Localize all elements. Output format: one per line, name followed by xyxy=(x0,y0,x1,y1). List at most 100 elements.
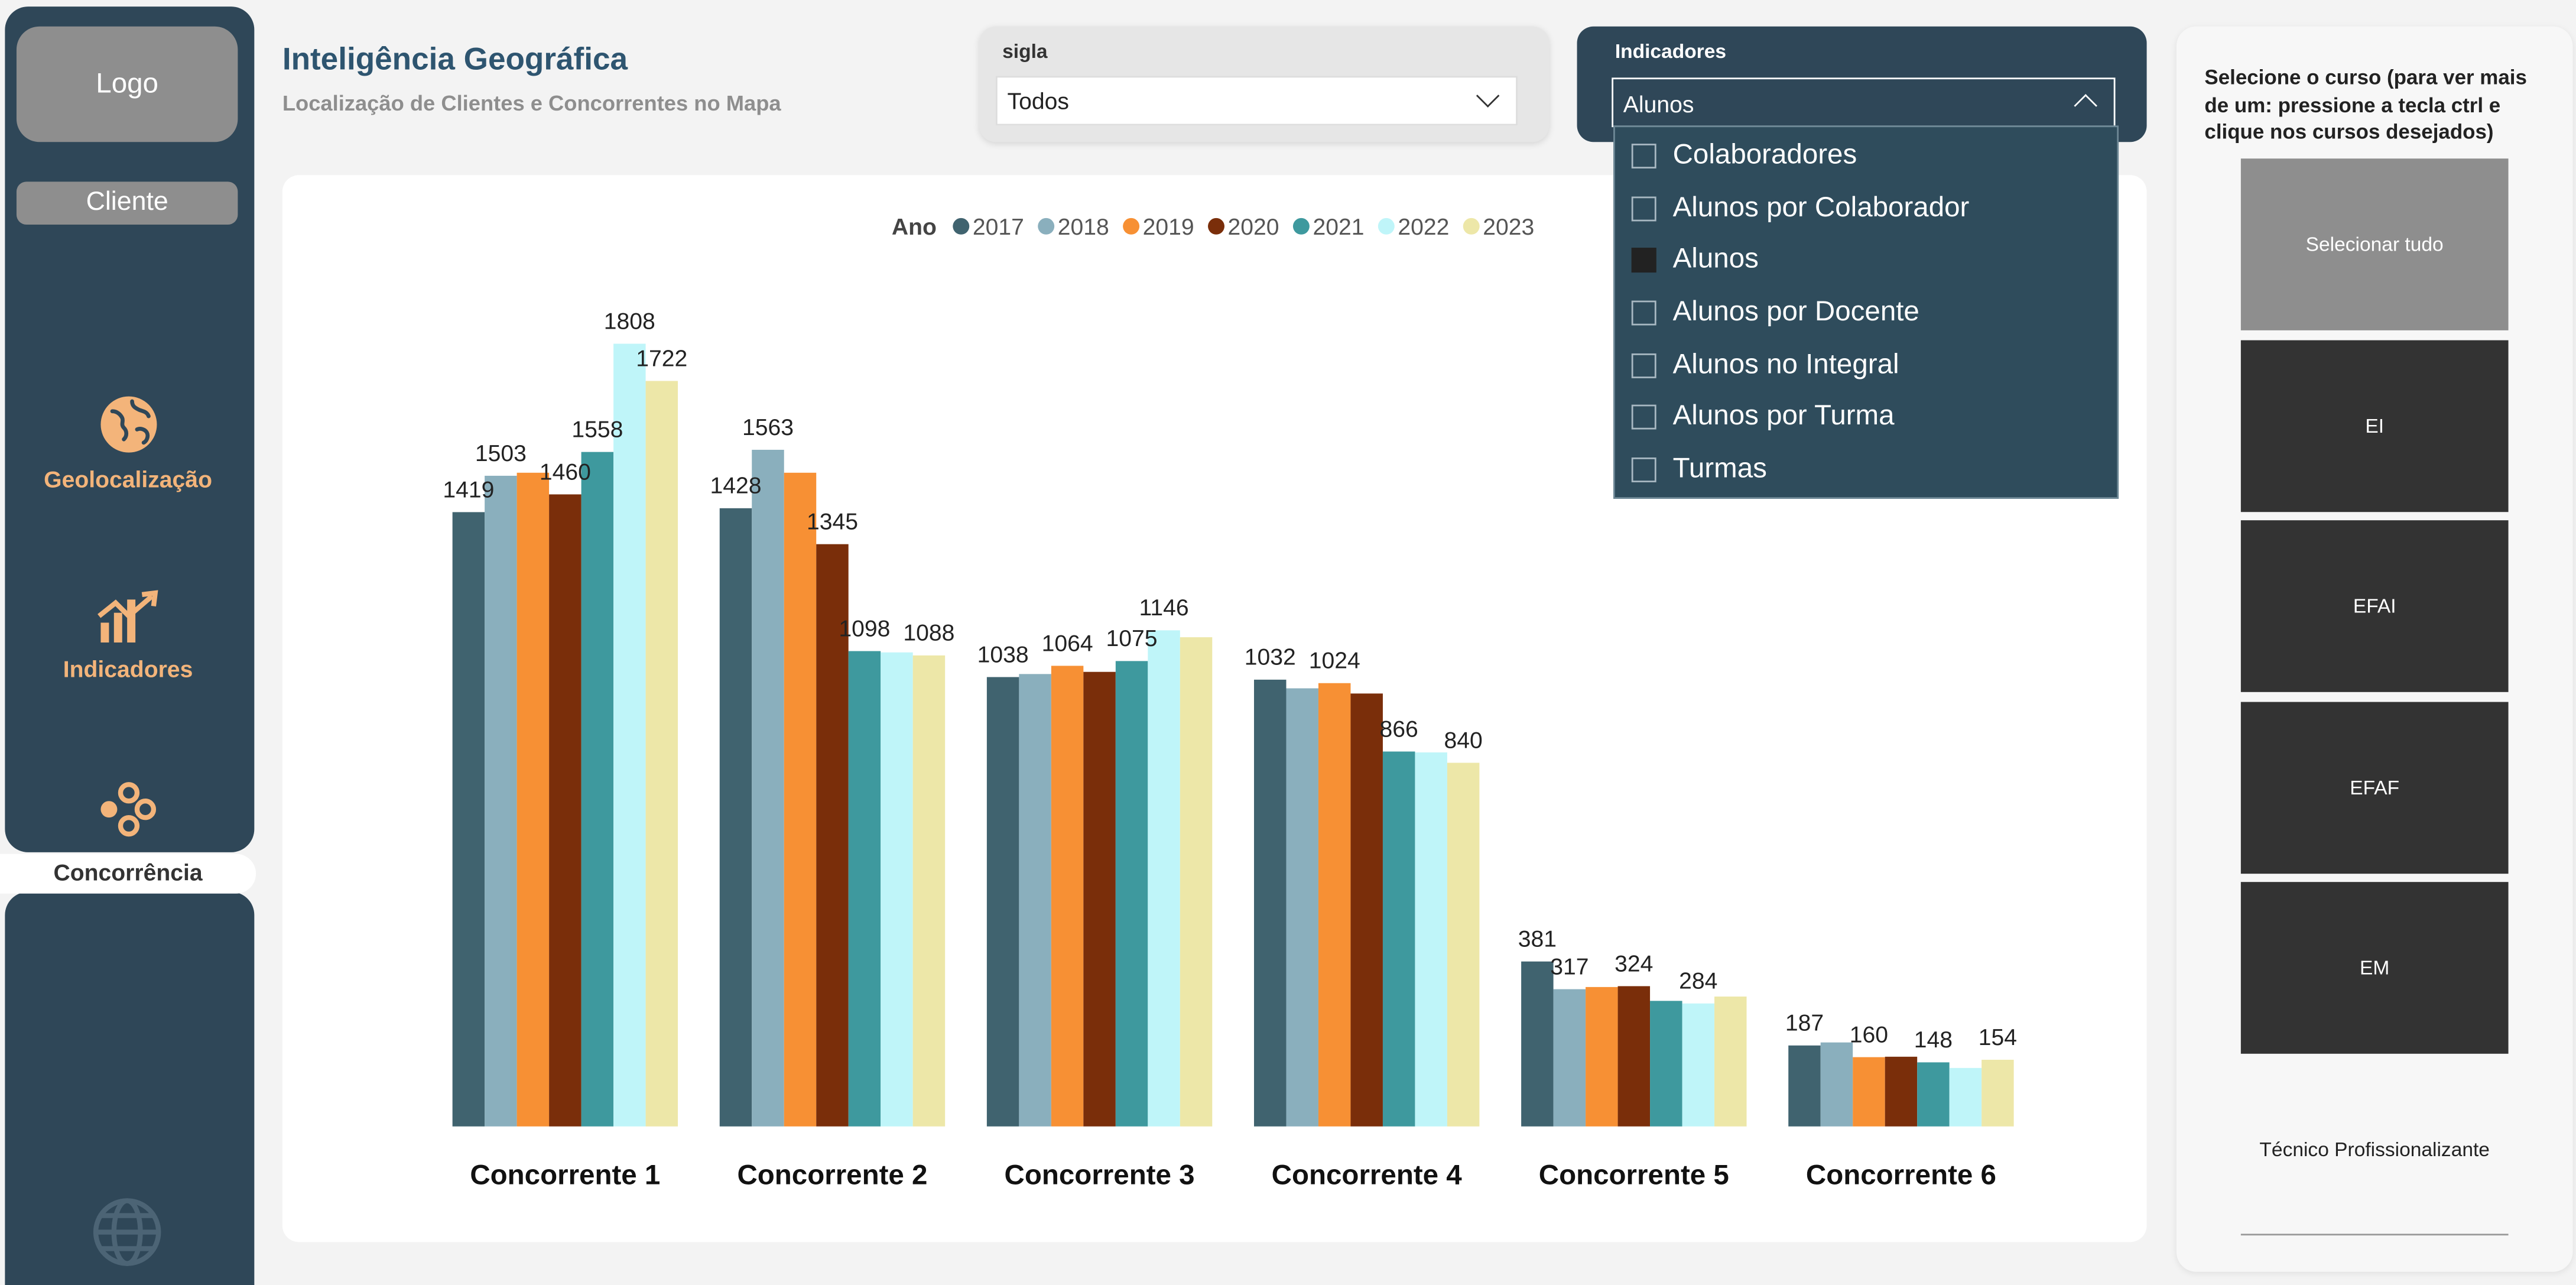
bar xyxy=(1981,1059,2014,1127)
sigla-value: Todos xyxy=(1007,87,1069,114)
sigla-dropdown[interactable]: Todos xyxy=(995,76,1518,126)
bar xyxy=(1318,683,1351,1127)
data-label: 1503 xyxy=(475,441,527,466)
bar xyxy=(1019,674,1051,1127)
x-tick-label: Concorrente 4 xyxy=(1272,1160,1463,1191)
course-tile[interactable]: EI xyxy=(2240,340,2509,512)
bar xyxy=(881,652,913,1127)
option-item[interactable]: Alunos xyxy=(1631,239,1759,279)
logo-placeholder[interactable]: Logo xyxy=(16,26,238,142)
bar xyxy=(1382,751,1415,1127)
data-label: 154 xyxy=(1979,1025,2017,1050)
bar xyxy=(549,494,582,1127)
trend-chart-icon xyxy=(96,590,158,642)
option-item[interactable]: Alunos por Colaborador xyxy=(1631,189,1970,228)
data-label: 1064 xyxy=(1042,631,1093,656)
legend-label: 2023 xyxy=(1483,215,1534,240)
data-label: 1460 xyxy=(540,459,591,485)
data-label: 381 xyxy=(1518,927,1557,952)
data-label: 324 xyxy=(1615,951,1653,976)
course-tile[interactable]: Técnico Profissionalizante xyxy=(2241,1064,2509,1236)
checkbox[interactable] xyxy=(1631,352,1656,378)
data-label: 1098 xyxy=(839,616,890,641)
legend-title: Ano xyxy=(892,215,937,240)
legend-marker xyxy=(1292,218,1310,235)
page-title: Inteligência Geográfica xyxy=(282,43,628,78)
course-tile[interactable]: EM xyxy=(2240,882,2509,1054)
data-label: 1088 xyxy=(903,621,954,646)
network-icon xyxy=(100,782,155,837)
bar xyxy=(485,475,517,1127)
checkbox[interactable] xyxy=(1631,456,1656,482)
indicadores-slicer: Indicadores Alunos xyxy=(1577,26,2147,142)
cliente-button[interactable]: Cliente xyxy=(16,181,238,225)
checkbox[interactable] xyxy=(1631,196,1656,221)
dashboard: Logo Cliente Geolocalização Indicadores xyxy=(0,0,2576,1285)
data-label: 1722 xyxy=(636,346,687,371)
sigla-slicer: sigla Todos xyxy=(979,26,1550,142)
x-tick-label: Concorrente 5 xyxy=(1539,1160,1729,1191)
bar xyxy=(752,449,784,1127)
data-label: 148 xyxy=(1914,1027,1953,1053)
option-item[interactable]: Alunos por Docente xyxy=(1631,293,1919,332)
indicadores-label: Indicadores xyxy=(1615,40,1727,63)
data-label: 284 xyxy=(1679,969,1717,994)
data-label: 1146 xyxy=(1139,595,1189,621)
bar xyxy=(1253,679,1287,1127)
option-label: Colaboradores xyxy=(1672,138,1857,170)
legend-marker xyxy=(1463,218,1480,235)
option-item[interactable]: Alunos por Turma xyxy=(1631,397,1895,436)
nav-label: Indicadores xyxy=(63,656,193,683)
globe-icon xyxy=(100,396,157,453)
checkbox[interactable] xyxy=(1631,142,1656,168)
nav-concorrencia[interactable]: Concorrência xyxy=(0,780,256,885)
bar xyxy=(1820,1042,1853,1127)
option-item[interactable]: Alunos no Integral xyxy=(1631,345,1899,385)
bar xyxy=(784,472,817,1127)
checkbox[interactable] xyxy=(1631,404,1656,429)
bar xyxy=(1115,661,1148,1127)
bar xyxy=(912,655,946,1127)
data-label: 1024 xyxy=(1309,648,1360,674)
bar xyxy=(613,343,646,1127)
nav-geolocalizacao[interactable]: Geolocalização xyxy=(0,393,256,492)
data-label: 1032 xyxy=(1245,645,1296,670)
option-label: Alunos por Colaborador xyxy=(1672,192,1970,223)
sigla-label: sigla xyxy=(1002,40,1048,63)
option-label: Alunos xyxy=(1672,242,1759,274)
checkbox[interactable] xyxy=(1631,300,1656,325)
bar xyxy=(719,508,752,1127)
option-label: Alunos por Turma xyxy=(1672,400,1895,431)
bar xyxy=(1521,961,1554,1127)
chevron-up-icon xyxy=(2074,94,2097,118)
world-icon[interactable] xyxy=(91,1196,164,1268)
legend-marker xyxy=(1378,218,1395,235)
indicadores-dropdown[interactable]: Alunos xyxy=(1612,77,2116,128)
bar xyxy=(1949,1067,1982,1127)
option-item[interactable]: Colaboradores xyxy=(1631,135,1857,175)
data-label: 840 xyxy=(1444,728,1483,753)
indicadores-value: Alunos xyxy=(1623,90,1694,118)
divider xyxy=(2240,1234,2509,1236)
legend-label: 2019 xyxy=(1143,215,1194,240)
bar xyxy=(1286,688,1318,1127)
x-tick-label: Concorrente 3 xyxy=(1005,1160,1195,1191)
data-label: 187 xyxy=(1785,1011,1824,1036)
bar xyxy=(581,452,614,1127)
course-tile[interactable]: EFAF xyxy=(2240,702,2509,874)
course-tile[interactable]: EFAI xyxy=(2240,520,2509,692)
x-tick-label: Concorrente 1 xyxy=(470,1160,660,1191)
page-subtitle: Localização de Clientes e Concorrentes n… xyxy=(282,90,781,116)
data-label: 1075 xyxy=(1106,626,1158,651)
course-tile-select-all[interactable]: Selecionar tudo xyxy=(2240,158,2509,330)
data-label: 1558 xyxy=(571,417,623,442)
bar xyxy=(1083,671,1116,1127)
option-item[interactable]: Turmas xyxy=(1631,449,1767,489)
legend-label: 2021 xyxy=(1313,215,1364,240)
bar xyxy=(452,512,485,1127)
bar xyxy=(1714,996,1747,1127)
bar xyxy=(1148,630,1180,1127)
checkbox-checked[interactable] xyxy=(1631,246,1656,272)
nav-indicadores[interactable]: Indicadores xyxy=(0,586,256,682)
x-tick-label: Concorrente 2 xyxy=(737,1160,927,1191)
